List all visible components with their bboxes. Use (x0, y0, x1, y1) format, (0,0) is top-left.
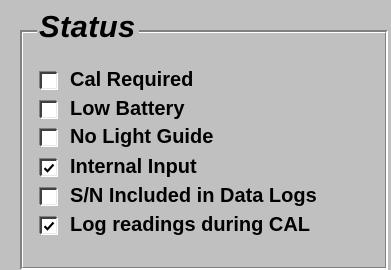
status-group-title: Status (37, 9, 139, 45)
check-mark-icon (43, 163, 55, 173)
no-light-guide-label: No Light Guide (70, 126, 214, 148)
check-mark-icon (43, 221, 55, 231)
cal-required-checkbox-row[interactable]: Cal Required (40, 68, 193, 92)
internal-input-checkbox[interactable] (40, 158, 57, 176)
low-battery-label: Low Battery (70, 98, 185, 120)
internal-input-checkbox-row[interactable]: Internal Input (40, 155, 197, 179)
log-during-cal-label: Log readings during CAL (70, 214, 310, 236)
cal-required-label: Cal Required (70, 69, 194, 91)
no-light-guide-checkbox[interactable] (40, 128, 57, 146)
low-battery-checkbox[interactable] (40, 100, 57, 118)
log-during-cal-checkbox-row[interactable]: Log readings during CAL (40, 213, 310, 237)
internal-input-label: Internal Input (70, 156, 197, 178)
sn-in-data-logs-checkbox[interactable] (40, 187, 57, 205)
log-during-cal-checkbox[interactable] (40, 216, 57, 234)
cal-required-checkbox[interactable] (40, 71, 57, 89)
no-light-guide-checkbox-row[interactable]: No Light Guide (40, 125, 213, 149)
sn-in-data-logs-checkbox-row[interactable]: S/N Included in Data Logs (40, 184, 317, 208)
sn-in-data-logs-label: S/N Included in Data Logs (70, 185, 317, 207)
low-battery-checkbox-row[interactable]: Low Battery (40, 97, 184, 121)
